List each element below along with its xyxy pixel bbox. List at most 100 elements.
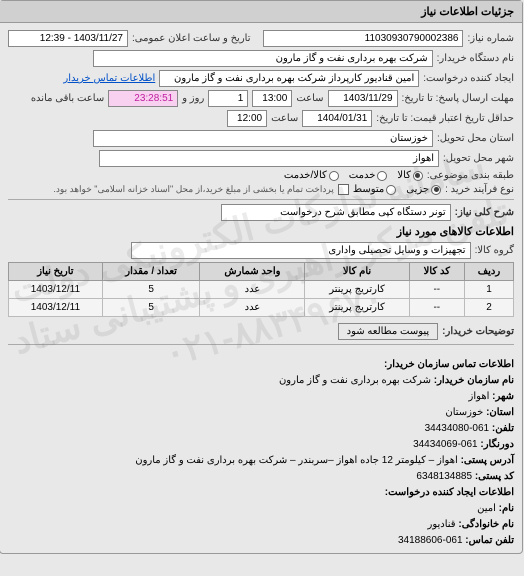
radio-service-label: خدمت: [350, 170, 377, 181]
validity-date-field: 1404/01/31: [303, 110, 373, 127]
radio-medium[interactable]: متوسط: [354, 184, 397, 195]
th-date: تاریخ نیاز: [10, 263, 104, 281]
radio-dot-icon: [432, 185, 442, 195]
deadline-send-label: مهلت ارسال پاسخ: تا تاریخ:: [403, 93, 515, 104]
deadline-time-field: 13:00: [253, 90, 293, 107]
radio-minor[interactable]: جزیی: [407, 184, 442, 195]
treasury-checkbox[interactable]: [339, 184, 350, 195]
items-table: ردیف کد کالا نام کالا واحد شمارش تعداد /…: [9, 262, 515, 317]
radio-minor-label: جزیی: [407, 184, 430, 195]
city-label: شهر محل تحویل:: [444, 153, 515, 164]
group-field: تجهیزات و وسایل تحصیلی واداری: [132, 242, 472, 259]
radio-dot-icon: [330, 171, 340, 181]
province2-label: استان:: [487, 407, 515, 418]
separator: [9, 344, 515, 345]
remaining-time-field: 23:28:51: [109, 90, 179, 107]
separator: [9, 199, 515, 200]
time-label-2: ساعت: [272, 113, 299, 124]
subject-radio-group: کالا خدمت کالا/خدمت: [285, 170, 424, 181]
city2-label: شهر:: [493, 391, 515, 402]
radio-service[interactable]: خدمت: [350, 170, 389, 181]
province-field: خوزستان: [94, 130, 434, 147]
cell: --: [410, 281, 465, 299]
panel-header: جزئیات اطلاعات نیاز: [1, 1, 523, 23]
table-row: 1 -- کارتریج پرینتر عدد 5 1403/12/11: [10, 281, 515, 299]
fax-value: 061-34434069: [414, 439, 479, 450]
table-row: 2 -- کارتریج پرینتر عدد 5 1403/12/11: [10, 299, 515, 317]
items-title: اطلاعات کالاهای مورد نیاز: [9, 225, 515, 238]
city-field: اهواز: [100, 150, 440, 167]
cell: 2: [466, 299, 515, 317]
subject-class-label: طبقه بندی موضوعی:: [428, 170, 515, 181]
province-label: استان محل تحویل:: [438, 133, 515, 144]
need-desc-field: تونر دستگاه کپی مطابق شرح درخواست: [222, 204, 452, 221]
radio-medium-label: متوسط: [354, 184, 385, 195]
requester-label: ایجاد کننده درخواست:: [424, 73, 515, 84]
fax-label: دورنگار:: [481, 439, 515, 450]
cell: 1: [466, 281, 515, 299]
group-label: گروه کالا:: [476, 245, 515, 256]
creator-title: اطلاعات ایجاد کننده درخواست:: [9, 485, 515, 501]
attachment-button[interactable]: پیوست مطالعه شود: [339, 323, 440, 340]
contact-info-block: اطلاعات تماس سازمان خریدار: نام سازمان خ…: [1, 353, 523, 553]
contact-title: اطلاعات تماس سازمان خریدار:: [9, 357, 515, 373]
postal-addr-label: آدرس پستی:: [462, 455, 515, 466]
province2-value: خوزستان: [446, 407, 484, 418]
buyer-org-field: شرکت بهره برداری نفت و گاز مارون: [94, 50, 434, 67]
radio-goods-service-label: کالا/خدمت: [285, 170, 328, 181]
fname-value: امین: [478, 503, 497, 514]
postal-code-value: 6348134885: [417, 471, 473, 482]
radio-dot-icon: [378, 171, 388, 181]
org-name-value: شرکت بهره برداری نفت و گاز مارون: [280, 375, 432, 386]
phone-label: تلفن:: [493, 423, 515, 434]
main-panel: جزئیات اطلاعات نیاز شماره نیاز: 11030930…: [0, 0, 524, 554]
cell: کارتریج پرینتر: [306, 281, 410, 299]
announce-label: تاریخ و ساعت اعلان عمومی:: [133, 33, 252, 44]
need-number-field: 11030930790002386: [264, 30, 464, 47]
days-remain-field: 1: [209, 90, 249, 107]
cell: 1403/12/11: [10, 281, 104, 299]
contact-link[interactable]: اطلاعات تماس خریدار: [64, 73, 156, 84]
city2-value: اهواز: [470, 391, 491, 402]
announce-field: 1403/11/27 - 12:39: [9, 30, 129, 47]
creator-phone-value: 061-34188606: [399, 535, 464, 546]
th-qty: تعداد / مقدار: [103, 263, 201, 281]
cell: --: [410, 299, 465, 317]
lname-label: نام خانوادگی:: [459, 519, 515, 530]
need-number-label: شماره نیاز:: [468, 33, 515, 44]
radio-goods-label: کالا: [398, 170, 412, 181]
need-desc-label: شرح کلی نیاز:: [456, 207, 515, 218]
phone-value: 061-34434080: [426, 423, 491, 434]
purchase-type-label: نوع فرآیند خرید :: [446, 184, 515, 195]
purchase-radio-group: جزیی متوسط: [354, 184, 442, 195]
th-name: نام کالا: [306, 263, 410, 281]
radio-goods-service[interactable]: کالا/خدمت: [285, 170, 340, 181]
lname-value: قنادیور: [429, 519, 457, 530]
cell: 5: [103, 281, 201, 299]
postal-code-label: کد پستی:: [476, 471, 515, 482]
table-header-row: ردیف کد کالا نام کالا واحد شمارش تعداد /…: [10, 263, 515, 281]
postal-addr-value: اهواز – کیلومتر 12 جاده اهواز –سربندر – …: [136, 455, 459, 466]
radio-dot-icon: [387, 185, 397, 195]
validity-label: حداقل تاریخ اعتبار قیمت: تا تاریخ:: [377, 113, 515, 124]
radio-goods[interactable]: کالا: [398, 170, 424, 181]
cell: عدد: [201, 281, 306, 299]
validity-time-field: 12:00: [228, 110, 268, 127]
th-index: ردیف: [466, 263, 515, 281]
th-code: کد کالا: [410, 263, 465, 281]
deadline-date-field: 1403/11/29: [329, 90, 399, 107]
creator-phone-label: تلفن تماس:: [466, 535, 515, 546]
cell: 5: [103, 299, 201, 317]
purchase-note: پرداخت تمام یا بخشی از مبلغ خرید،از محل …: [54, 184, 334, 195]
org-name-label: نام سازمان خریدار:: [435, 375, 515, 386]
radio-dot-icon: [414, 171, 424, 181]
th-unit: واحد شمارش: [201, 263, 306, 281]
buyer-org-label: نام دستگاه خریدار:: [438, 53, 515, 64]
buyer-notes-label: توضیحات خریدار:: [443, 326, 515, 337]
cell: 1403/12/11: [10, 299, 104, 317]
requester-field: امین قنادیور کارپرداز شرکت بهره برداری ن…: [160, 70, 420, 87]
remaining-label: ساعت باقی مانده: [32, 93, 105, 104]
cell: کارتریج پرینتر: [306, 299, 410, 317]
days-label: روز و: [183, 93, 205, 104]
time-label-1: ساعت: [297, 93, 324, 104]
